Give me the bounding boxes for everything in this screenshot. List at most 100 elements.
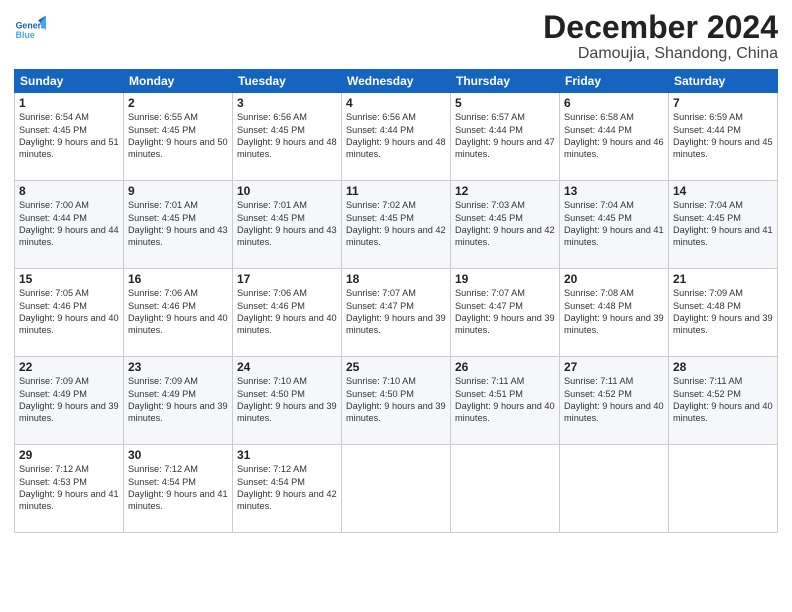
day-number: 6 <box>564 96 664 110</box>
day-info: Sunrise: 7:06 AMSunset: 4:46 PMDaylight:… <box>128 287 228 337</box>
day-number: 31 <box>237 448 337 462</box>
day-info: Sunrise: 6:55 AMSunset: 4:45 PMDaylight:… <box>128 111 228 161</box>
day-info: Sunrise: 7:05 AMSunset: 4:46 PMDaylight:… <box>19 287 119 337</box>
day-info: Sunrise: 7:00 AMSunset: 4:44 PMDaylight:… <box>19 199 119 249</box>
svg-text:Blue: Blue <box>16 30 35 40</box>
calendar-cell: 25Sunrise: 7:10 AMSunset: 4:50 PMDayligh… <box>342 357 451 445</box>
day-info: Sunrise: 6:54 AMSunset: 4:45 PMDaylight:… <box>19 111 119 161</box>
day-number: 30 <box>128 448 228 462</box>
page-subtitle: Damoujia, Shandong, China <box>543 45 778 63</box>
day-info: Sunrise: 6:56 AMSunset: 4:44 PMDaylight:… <box>346 111 446 161</box>
calendar-cell: 10Sunrise: 7:01 AMSunset: 4:45 PMDayligh… <box>233 181 342 269</box>
calendar-cell: 14Sunrise: 7:04 AMSunset: 4:45 PMDayligh… <box>669 181 778 269</box>
main-container: General Blue December 2024 Damoujia, Sha… <box>0 0 792 612</box>
calendar-cell: 27Sunrise: 7:11 AMSunset: 4:52 PMDayligh… <box>560 357 669 445</box>
calendar-cell: 24Sunrise: 7:10 AMSunset: 4:50 PMDayligh… <box>233 357 342 445</box>
calendar-cell: 3Sunrise: 6:56 AMSunset: 4:45 PMDaylight… <box>233 93 342 181</box>
calendar-cell: 6Sunrise: 6:58 AMSunset: 4:44 PMDaylight… <box>560 93 669 181</box>
calendar-header-thursday: Thursday <box>451 70 560 93</box>
calendar-cell: 22Sunrise: 7:09 AMSunset: 4:49 PMDayligh… <box>15 357 124 445</box>
calendar-cell: 5Sunrise: 6:57 AMSunset: 4:44 PMDaylight… <box>451 93 560 181</box>
day-number: 23 <box>128 360 228 374</box>
day-info: Sunrise: 7:07 AMSunset: 4:47 PMDaylight:… <box>346 287 446 337</box>
day-info: Sunrise: 7:10 AMSunset: 4:50 PMDaylight:… <box>346 375 446 425</box>
day-number: 17 <box>237 272 337 286</box>
day-info: Sunrise: 7:10 AMSunset: 4:50 PMDaylight:… <box>237 375 337 425</box>
calendar-cell <box>560 445 669 533</box>
title-block: December 2024 Damoujia, Shandong, China <box>543 10 778 63</box>
day-info: Sunrise: 7:12 AMSunset: 4:53 PMDaylight:… <box>19 463 119 513</box>
day-number: 13 <box>564 184 664 198</box>
calendar-cell: 23Sunrise: 7:09 AMSunset: 4:49 PMDayligh… <box>124 357 233 445</box>
day-number: 11 <box>346 184 446 198</box>
day-number: 16 <box>128 272 228 286</box>
calendar-cell: 31Sunrise: 7:12 AMSunset: 4:54 PMDayligh… <box>233 445 342 533</box>
calendar-cell: 29Sunrise: 7:12 AMSunset: 4:53 PMDayligh… <box>15 445 124 533</box>
day-number: 22 <box>19 360 119 374</box>
calendar-table: SundayMondayTuesdayWednesdayThursdayFrid… <box>14 69 778 533</box>
calendar-cell: 13Sunrise: 7:04 AMSunset: 4:45 PMDayligh… <box>560 181 669 269</box>
day-number: 14 <box>673 184 773 198</box>
day-info: Sunrise: 7:09 AMSunset: 4:48 PMDaylight:… <box>673 287 773 337</box>
day-info: Sunrise: 7:06 AMSunset: 4:46 PMDaylight:… <box>237 287 337 337</box>
calendar-cell: 30Sunrise: 7:12 AMSunset: 4:54 PMDayligh… <box>124 445 233 533</box>
calendar-cell: 2Sunrise: 6:55 AMSunset: 4:45 PMDaylight… <box>124 93 233 181</box>
day-number: 19 <box>455 272 555 286</box>
calendar-week-1: 1Sunrise: 6:54 AMSunset: 4:45 PMDaylight… <box>15 93 778 181</box>
day-number: 21 <box>673 272 773 286</box>
calendar-cell: 4Sunrise: 6:56 AMSunset: 4:44 PMDaylight… <box>342 93 451 181</box>
calendar-cell <box>451 445 560 533</box>
day-info: Sunrise: 7:08 AMSunset: 4:48 PMDaylight:… <box>564 287 664 337</box>
calendar-cell: 12Sunrise: 7:03 AMSunset: 4:45 PMDayligh… <box>451 181 560 269</box>
calendar-cell: 15Sunrise: 7:05 AMSunset: 4:46 PMDayligh… <box>15 269 124 357</box>
day-info: Sunrise: 6:59 AMSunset: 4:44 PMDaylight:… <box>673 111 773 161</box>
day-info: Sunrise: 7:01 AMSunset: 4:45 PMDaylight:… <box>237 199 337 249</box>
day-number: 24 <box>237 360 337 374</box>
calendar-week-2: 8Sunrise: 7:00 AMSunset: 4:44 PMDaylight… <box>15 181 778 269</box>
day-number: 10 <box>237 184 337 198</box>
day-number: 3 <box>237 96 337 110</box>
calendar-week-5: 29Sunrise: 7:12 AMSunset: 4:53 PMDayligh… <box>15 445 778 533</box>
calendar-header-sunday: Sunday <box>15 70 124 93</box>
day-number: 12 <box>455 184 555 198</box>
day-info: Sunrise: 7:12 AMSunset: 4:54 PMDaylight:… <box>128 463 228 513</box>
day-number: 18 <box>346 272 446 286</box>
calendar-cell: 26Sunrise: 7:11 AMSunset: 4:51 PMDayligh… <box>451 357 560 445</box>
calendar-cell: 11Sunrise: 7:02 AMSunset: 4:45 PMDayligh… <box>342 181 451 269</box>
day-info: Sunrise: 7:12 AMSunset: 4:54 PMDaylight:… <box>237 463 337 513</box>
day-number: 28 <box>673 360 773 374</box>
day-info: Sunrise: 6:58 AMSunset: 4:44 PMDaylight:… <box>564 111 664 161</box>
page-title: December 2024 <box>543 10 778 45</box>
calendar-cell: 17Sunrise: 7:06 AMSunset: 4:46 PMDayligh… <box>233 269 342 357</box>
day-number: 25 <box>346 360 446 374</box>
day-info: Sunrise: 7:04 AMSunset: 4:45 PMDaylight:… <box>564 199 664 249</box>
day-info: Sunrise: 7:03 AMSunset: 4:45 PMDaylight:… <box>455 199 555 249</box>
day-number: 4 <box>346 96 446 110</box>
day-number: 29 <box>19 448 119 462</box>
calendar-cell: 19Sunrise: 7:07 AMSunset: 4:47 PMDayligh… <box>451 269 560 357</box>
calendar-week-3: 15Sunrise: 7:05 AMSunset: 4:46 PMDayligh… <box>15 269 778 357</box>
day-info: Sunrise: 6:56 AMSunset: 4:45 PMDaylight:… <box>237 111 337 161</box>
calendar-cell: 18Sunrise: 7:07 AMSunset: 4:47 PMDayligh… <box>342 269 451 357</box>
calendar-cell: 16Sunrise: 7:06 AMSunset: 4:46 PMDayligh… <box>124 269 233 357</box>
day-info: Sunrise: 6:57 AMSunset: 4:44 PMDaylight:… <box>455 111 555 161</box>
calendar-cell: 9Sunrise: 7:01 AMSunset: 4:45 PMDaylight… <box>124 181 233 269</box>
logo-icon: General Blue <box>14 14 46 46</box>
calendar-header-monday: Monday <box>124 70 233 93</box>
calendar-cell: 20Sunrise: 7:08 AMSunset: 4:48 PMDayligh… <box>560 269 669 357</box>
day-info: Sunrise: 7:11 AMSunset: 4:51 PMDaylight:… <box>455 375 555 425</box>
day-number: 7 <box>673 96 773 110</box>
day-number: 9 <box>128 184 228 198</box>
calendar-cell: 8Sunrise: 7:00 AMSunset: 4:44 PMDaylight… <box>15 181 124 269</box>
day-info: Sunrise: 7:04 AMSunset: 4:45 PMDaylight:… <box>673 199 773 249</box>
calendar-cell: 1Sunrise: 6:54 AMSunset: 4:45 PMDaylight… <box>15 93 124 181</box>
calendar-cell: 28Sunrise: 7:11 AMSunset: 4:52 PMDayligh… <box>669 357 778 445</box>
calendar-header-saturday: Saturday <box>669 70 778 93</box>
calendar-week-4: 22 Sunrise: 7:09 AMSunset: 4:49 PMDayligh… <box>15 357 778 445</box>
calendar-header-friday: Friday <box>560 70 669 93</box>
day-info: Sunrise: 7:07 AMSunset: 4:47 PMDaylight:… <box>455 287 555 337</box>
day-info: Sunrise: 7:09 AMSunset: 4:49 PMDaylight:… <box>128 375 228 425</box>
day-number: 15 <box>19 272 119 286</box>
day-info: Sunrise: 7:11 AMSunset: 4:52 PMDaylight:… <box>564 375 664 425</box>
day-number: 20 <box>564 272 664 286</box>
